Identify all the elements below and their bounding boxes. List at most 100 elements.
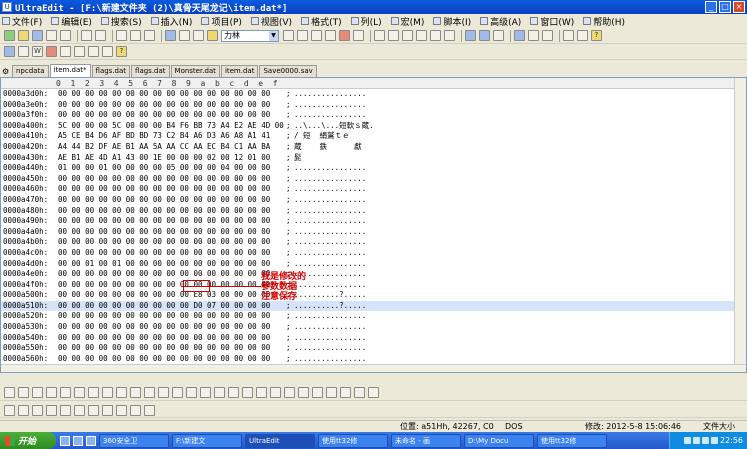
row-ascii[interactable]: ................ xyxy=(294,174,366,185)
window-icon[interactable] xyxy=(542,30,553,41)
row-ascii[interactable]: ................ xyxy=(294,184,366,195)
edit-icon[interactable] xyxy=(32,404,43,416)
format-icon[interactable] xyxy=(4,387,15,398)
find-icon[interactable] xyxy=(283,30,294,41)
cascade-icon[interactable] xyxy=(493,30,504,41)
row-hex[interactable]: 00 00 00 00 00 00 00 00 00 00 00 00 00 0… xyxy=(58,333,286,344)
row-hex[interactable]: 00 00 00 00 00 00 00 00 00 00 00 00 00 0… xyxy=(58,227,286,238)
hex-row[interactable]: 0000a450h: 00 00 00 00 00 00 00 00 00 00 … xyxy=(1,174,746,185)
menu-item[interactable]: 项目(P) xyxy=(201,15,242,28)
document-icon[interactable] xyxy=(116,30,127,41)
format-icon[interactable] xyxy=(46,387,57,398)
format-icon[interactable] xyxy=(368,387,379,398)
font-combo[interactable]: 力林 ▼ xyxy=(221,29,279,42)
row-hex[interactable]: 00 00 01 00 01 00 00 00 00 00 00 00 00 0… xyxy=(58,259,286,270)
hex-row[interactable]: 0000a440h: 01 00 00 01 00 00 00 00 05 00 … xyxy=(1,163,746,174)
file-tab[interactable]: Monster.dat xyxy=(170,65,220,77)
vertical-scrollbar[interactable] xyxy=(734,78,746,372)
format-icon[interactable] xyxy=(298,387,309,398)
help-icon[interactable]: ? xyxy=(591,30,602,41)
file-tab[interactable]: item.dat* xyxy=(49,64,91,77)
row-ascii[interactable]: 髭 xyxy=(294,153,302,164)
row-hex[interactable]: 00 00 00 00 00 00 00 00 00 00 00 00 00 0… xyxy=(58,216,286,227)
hex-row[interactable]: 0000a470h: 00 00 00 00 00 00 00 00 00 00 … xyxy=(1,195,746,206)
close-file-icon[interactable] xyxy=(46,30,57,41)
row-ascii[interactable]: ................ xyxy=(294,195,366,206)
ftp-browse-icon[interactable] xyxy=(18,46,29,57)
format-icon[interactable] xyxy=(242,387,253,398)
quick-launch-icon[interactable] xyxy=(86,435,96,446)
horizontal-scrollbar[interactable] xyxy=(1,364,746,372)
row-ascii[interactable]: ................ xyxy=(294,237,366,248)
quick-launch-icon[interactable] xyxy=(60,435,70,446)
column-icon[interactable] xyxy=(430,30,441,41)
menu-item[interactable]: 插入(N) xyxy=(150,15,192,28)
start-button[interactable]: 开始 xyxy=(0,432,56,449)
format-icon[interactable] xyxy=(340,387,351,398)
taskbar-button[interactable]: F:\新建文 xyxy=(172,433,242,448)
minimize-button[interactable]: _ xyxy=(705,1,717,13)
hex-row[interactable]: 0000a480h: 00 00 00 00 00 00 00 00 00 00 … xyxy=(1,206,746,217)
menu-item[interactable]: 格式(T) xyxy=(301,15,342,28)
row-hex[interactable]: 01 00 00 01 00 00 00 00 05 00 00 00 04 0… xyxy=(58,163,286,174)
goto-icon[interactable] xyxy=(339,30,350,41)
row-ascii[interactable]: ................ xyxy=(294,311,366,322)
edit-icon[interactable] xyxy=(88,404,99,416)
file-tab[interactable]: Save0000.sav xyxy=(259,65,317,77)
row-hex[interactable]: 00 00 00 00 00 00 00 00 00 00 00 00 00 0… xyxy=(58,206,286,217)
edit-icon[interactable] xyxy=(116,404,127,416)
file-tab[interactable]: flags.dat xyxy=(91,65,131,77)
menu-item[interactable]: 文件(F) xyxy=(2,15,42,28)
row-hex[interactable]: 00 00 00 00 00 00 00 00 00 00 00 00 00 0… xyxy=(58,322,286,333)
edit-icon[interactable] xyxy=(60,404,71,416)
taskbar-button[interactable]: 360安全卫 xyxy=(99,433,169,448)
format-icon[interactable] xyxy=(354,387,365,398)
format-icon[interactable] xyxy=(144,387,155,398)
hex-row[interactable]: 0000a410h: A5 CE B4 D6 AF BD BD 73 C2 B4 … xyxy=(1,131,746,142)
taskbar-button[interactable]: 未命名 - 画 xyxy=(391,433,461,448)
maximize-button[interactable]: □ xyxy=(719,1,731,13)
row-hex[interactable]: 00 00 00 00 00 00 00 00 00 00 00 00 00 0… xyxy=(58,174,286,185)
row-ascii[interactable]: ................ xyxy=(294,89,366,100)
find-prev-icon[interactable] xyxy=(311,30,322,41)
macro-icon[interactable] xyxy=(74,46,85,57)
browser-icon[interactable] xyxy=(165,30,176,41)
row-hex[interactable]: 00 00 00 00 00 00 00 00 00 00 00 00 00 0… xyxy=(58,89,286,100)
hex-row[interactable]: 0000a490h: 00 00 00 00 00 00 00 00 00 00 … xyxy=(1,216,746,227)
menu-item[interactable]: 脚本(I) xyxy=(433,15,471,28)
row-hex[interactable]: 00 00 00 00 00 00 00 00 00 00 00 00 00 0… xyxy=(58,110,286,121)
wrap-icon[interactable] xyxy=(444,30,455,41)
hex-row[interactable]: 0000a420h: A4 44 B2 DF AE B1 AA 5A AA CC … xyxy=(1,142,746,153)
align-center-icon[interactable] xyxy=(388,30,399,41)
format-icon[interactable] xyxy=(312,387,323,398)
format-icon[interactable] xyxy=(74,387,85,398)
hex-row[interactable]: 0000a4f0h: 00 00 00 00 00 00 00 00 00 00 … xyxy=(1,280,746,291)
format-icon[interactable] xyxy=(158,387,169,398)
config-icon[interactable] xyxy=(577,30,588,41)
row-hex[interactable]: 00 00 00 00 00 00 00 00 00 00 00 00 00 0… xyxy=(58,100,286,111)
menu-item[interactable]: 视图(V) xyxy=(250,15,292,28)
split-horizontal-icon[interactable] xyxy=(465,30,476,41)
paste-icon[interactable] xyxy=(207,30,218,41)
format-icon[interactable] xyxy=(256,387,267,398)
format-icon[interactable] xyxy=(130,387,141,398)
format-icon[interactable] xyxy=(214,387,225,398)
quick-launch-icon[interactable] xyxy=(73,435,83,446)
hex-row[interactable]: 0000a4d0h: 00 00 01 00 01 00 00 00 00 00 … xyxy=(1,259,746,270)
ultraedit-app-icon[interactable]: U xyxy=(2,2,12,12)
format-icon[interactable] xyxy=(172,387,183,398)
row-ascii[interactable]: ................ xyxy=(294,322,366,333)
row-ascii[interactable]: / 短 絹鷲ｔｅ xyxy=(294,131,350,142)
menu-item[interactable]: 宏(M) xyxy=(390,15,424,28)
format-icon[interactable] xyxy=(284,387,295,398)
row-ascii[interactable]: 蔵 鉄 獻 xyxy=(294,142,362,153)
hex-row[interactable]: 0000a430h: AE B1 AE 4D A1 43 00 1E 00 00 … xyxy=(1,153,746,164)
tray-icon[interactable] xyxy=(701,437,709,444)
row-hex[interactable]: 00 00 00 00 00 00 00 00 00 00 00 00 00 0… xyxy=(58,311,286,322)
replace-icon[interactable] xyxy=(325,30,336,41)
align-left-icon[interactable] xyxy=(374,30,385,41)
menu-item[interactable]: 高级(A) xyxy=(480,15,521,28)
row-ascii[interactable]: ................ xyxy=(294,227,366,238)
row-hex[interactable]: 00 00 00 00 00 00 00 00 00 00 00 00 00 0… xyxy=(58,237,286,248)
monitor-icon[interactable] xyxy=(528,30,539,41)
